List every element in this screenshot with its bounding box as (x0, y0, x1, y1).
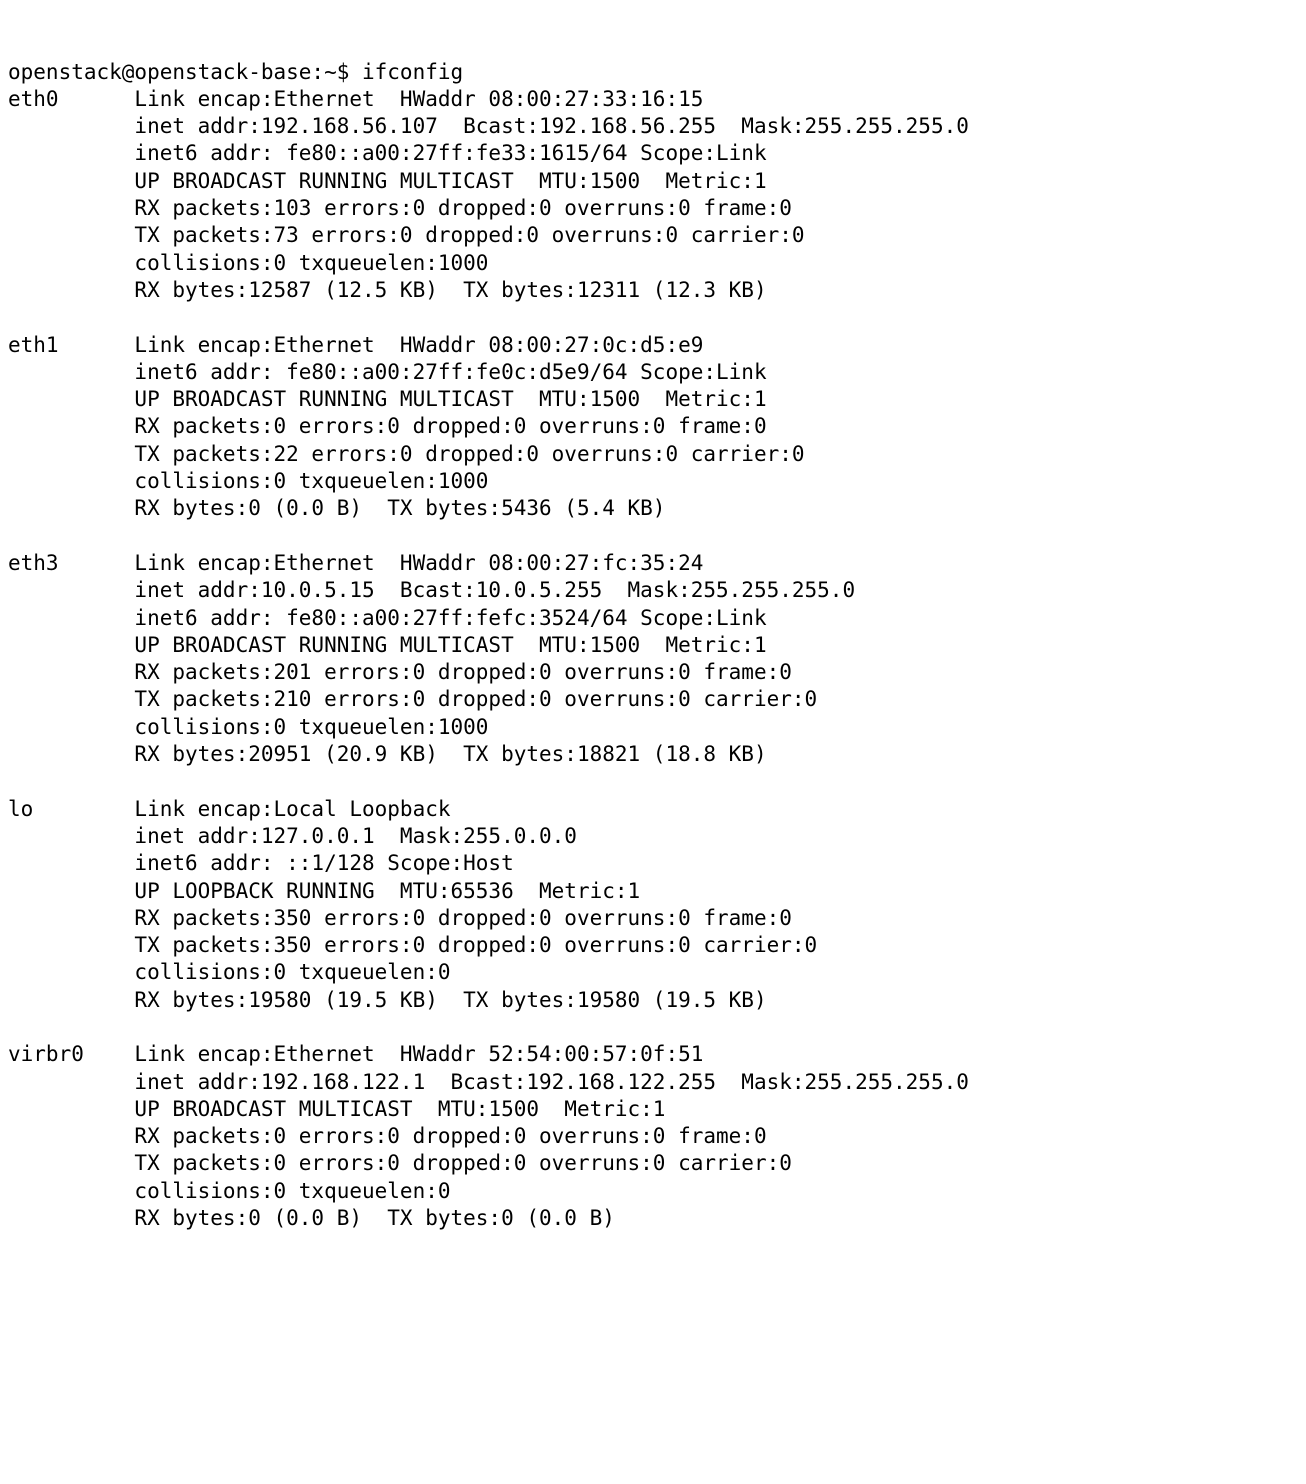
terminal-output: openstack@openstack-base:~$ ifconfig eth… (8, 59, 1298, 1260)
